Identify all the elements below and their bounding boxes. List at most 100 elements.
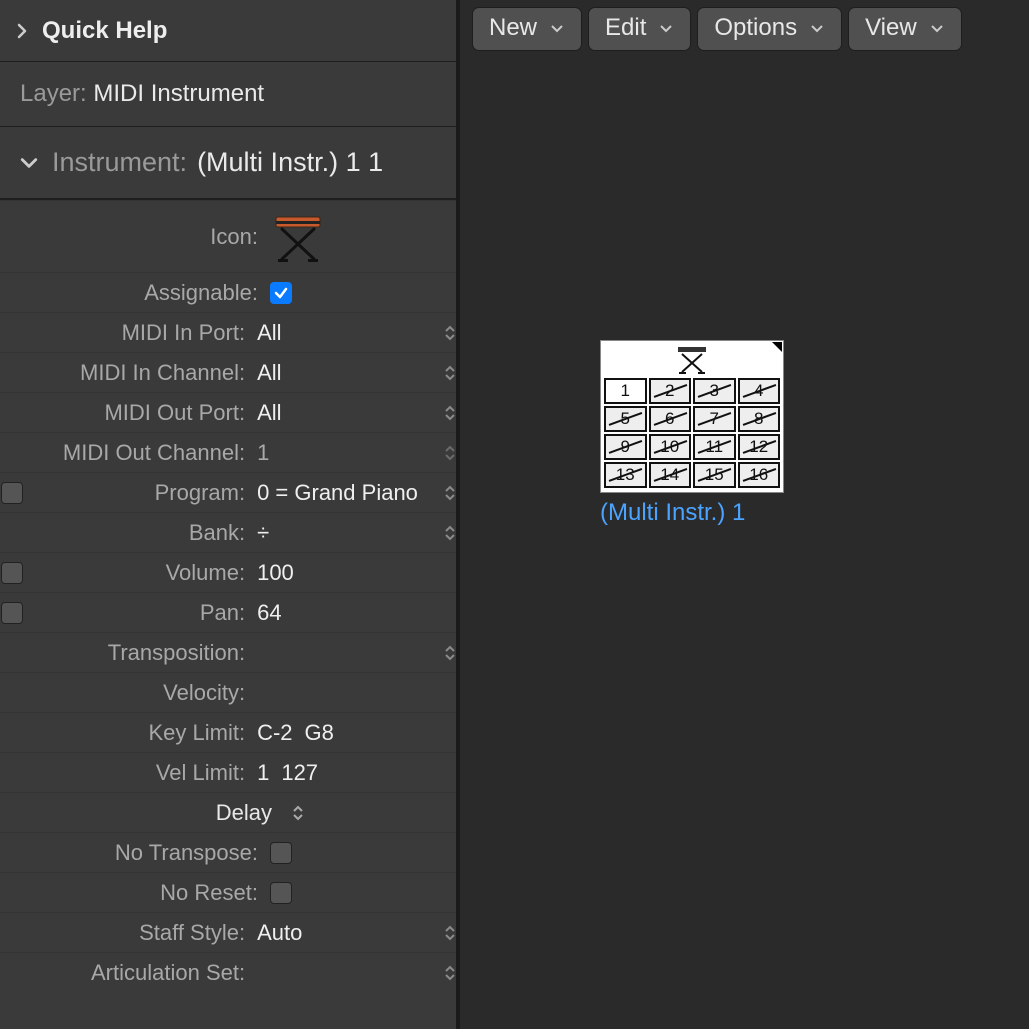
quick-help-header[interactable]: Quick Help: [0, 0, 456, 62]
row-staff-style: Staff Style: Auto: [0, 912, 456, 952]
no-reset-label: No Reset:: [36, 880, 266, 906]
quick-help-title: Quick Help: [42, 17, 167, 45]
instrument-value: (Multi Instr.) 1 1: [197, 147, 383, 178]
no-transpose-checkbox[interactable]: [270, 842, 292, 864]
row-velocity: Velocity:: [0, 672, 456, 712]
edit-menu[interactable]: Edit: [588, 7, 691, 51]
row-midi-out-channel: MIDI Out Channel: 1: [0, 432, 456, 472]
row-volume: Volume: 100: [0, 552, 456, 592]
chevron-down-icon: [658, 20, 674, 36]
channel-button[interactable]: 3: [693, 378, 736, 404]
midi-out-port-value[interactable]: All: [253, 400, 443, 426]
row-icon: Icon:: [0, 200, 456, 272]
key-limit-low[interactable]: C-2: [257, 720, 292, 746]
chevron-down-icon: [549, 20, 565, 36]
stepper-icon[interactable]: [443, 964, 456, 982]
channel-button[interactable]: 10: [649, 434, 692, 460]
canvas-toolbar: New Edit Options View: [460, 0, 1029, 58]
articulation-set-label: Articulation Set:: [23, 960, 253, 986]
midi-out-channel-value[interactable]: 1: [253, 440, 443, 466]
assignable-checkbox[interactable]: [270, 282, 292, 304]
new-menu[interactable]: New: [472, 7, 582, 51]
stepper-icon[interactable]: [443, 364, 456, 382]
volume-label: Volume:: [23, 560, 253, 586]
channel-button[interactable]: 5: [604, 406, 647, 432]
key-limit-label: Key Limit:: [23, 720, 253, 746]
channel-button[interactable]: 1: [604, 378, 647, 404]
program-checkbox[interactable]: [1, 482, 23, 504]
channel-grid: 12345678910111213141516: [602, 378, 782, 490]
object-label[interactable]: (Multi Instr.) 1: [600, 499, 784, 527]
channel-button[interactable]: 13: [604, 462, 647, 488]
program-value[interactable]: 0 = Grand Piano: [253, 480, 443, 506]
channel-button[interactable]: 6: [649, 406, 692, 432]
icon-value[interactable]: [266, 209, 456, 265]
midi-in-port-label: MIDI In Port:: [23, 320, 253, 346]
volume-checkbox[interactable]: [1, 562, 23, 584]
pan-checkbox[interactable]: [1, 602, 23, 624]
stepper-icon[interactable]: [443, 444, 456, 462]
staff-style-value[interactable]: Auto: [253, 920, 443, 946]
new-label: New: [489, 14, 537, 42]
bank-value[interactable]: ÷: [253, 520, 443, 546]
environment-canvas[interactable]: New Edit Options View: [460, 0, 1029, 1029]
keyboard-stand-icon: [270, 209, 326, 265]
layer-row[interactable]: Layer: MIDI Instrument: [0, 62, 456, 127]
channel-button[interactable]: 16: [738, 462, 781, 488]
channel-button[interactable]: 9: [604, 434, 647, 460]
channel-button[interactable]: 8: [738, 406, 781, 432]
vel-limit-high[interactable]: 127: [281, 760, 318, 786]
vel-limit-low[interactable]: 1: [257, 760, 269, 786]
stepper-icon[interactable]: [443, 484, 456, 502]
row-no-reset: No Reset:: [0, 872, 456, 912]
no-reset-checkbox[interactable]: [270, 882, 292, 904]
pan-label: Pan:: [23, 600, 253, 626]
object-header: [602, 342, 782, 378]
row-no-transpose: No Transpose:: [0, 832, 456, 872]
delay-label[interactable]: Delay: [50, 800, 280, 826]
stepper-icon[interactable]: [443, 404, 456, 422]
channel-button[interactable]: 4: [738, 378, 781, 404]
row-key-limit: Key Limit: C-2 G8: [0, 712, 456, 752]
triangle-icon[interactable]: [772, 342, 782, 352]
view-menu[interactable]: View: [848, 7, 962, 51]
pan-value[interactable]: 64: [253, 600, 443, 626]
velocity-label: Velocity:: [23, 680, 253, 706]
stepper-icon[interactable]: [443, 924, 456, 942]
channel-button[interactable]: 7: [693, 406, 736, 432]
row-midi-out-port: MIDI Out Port: All: [0, 392, 456, 432]
row-program: Program: 0 = Grand Piano: [0, 472, 456, 512]
stepper-icon[interactable]: [284, 804, 312, 822]
vel-limit-label: Vel Limit:: [23, 760, 253, 786]
channel-button[interactable]: 11: [693, 434, 736, 460]
midi-out-channel-label: MIDI Out Channel:: [23, 440, 253, 466]
chevron-down-icon: [809, 20, 825, 36]
stepper-icon[interactable]: [443, 644, 456, 662]
view-label: View: [865, 14, 917, 42]
edit-label: Edit: [605, 14, 646, 42]
multi-instrument-object[interactable]: 12345678910111213141516 (Multi Instr.) 1: [600, 340, 784, 527]
row-vel-limit: Vel Limit: 1 127: [0, 752, 456, 792]
row-articulation-set: Articulation Set:: [0, 952, 456, 992]
channel-button[interactable]: 12: [738, 434, 781, 460]
inspector-panel: Quick Help Layer: MIDI Instrument Instru…: [0, 0, 460, 1029]
midi-out-port-label: MIDI Out Port:: [23, 400, 253, 426]
key-limit-high[interactable]: G8: [305, 720, 334, 746]
keyboard-stand-icon: [675, 345, 709, 375]
icon-label: Icon:: [36, 224, 266, 250]
options-menu[interactable]: Options: [697, 7, 842, 51]
stepper-icon[interactable]: [443, 324, 456, 342]
channel-button[interactable]: 2: [649, 378, 692, 404]
multi-instrument-card[interactable]: 12345678910111213141516: [600, 340, 784, 493]
channel-button[interactable]: 15: [693, 462, 736, 488]
instrument-header[interactable]: Instrument: (Multi Instr.) 1 1: [0, 127, 456, 200]
channel-button[interactable]: 14: [649, 462, 692, 488]
row-delay: Delay: [0, 792, 456, 832]
chevron-down-icon: [16, 150, 42, 176]
midi-in-port-value[interactable]: All: [253, 320, 443, 346]
midi-in-channel-value[interactable]: All: [253, 360, 443, 386]
layer-value: MIDI Instrument: [93, 80, 264, 107]
no-transpose-label: No Transpose:: [36, 840, 266, 866]
stepper-icon[interactable]: [443, 524, 456, 542]
volume-value[interactable]: 100: [253, 560, 443, 586]
